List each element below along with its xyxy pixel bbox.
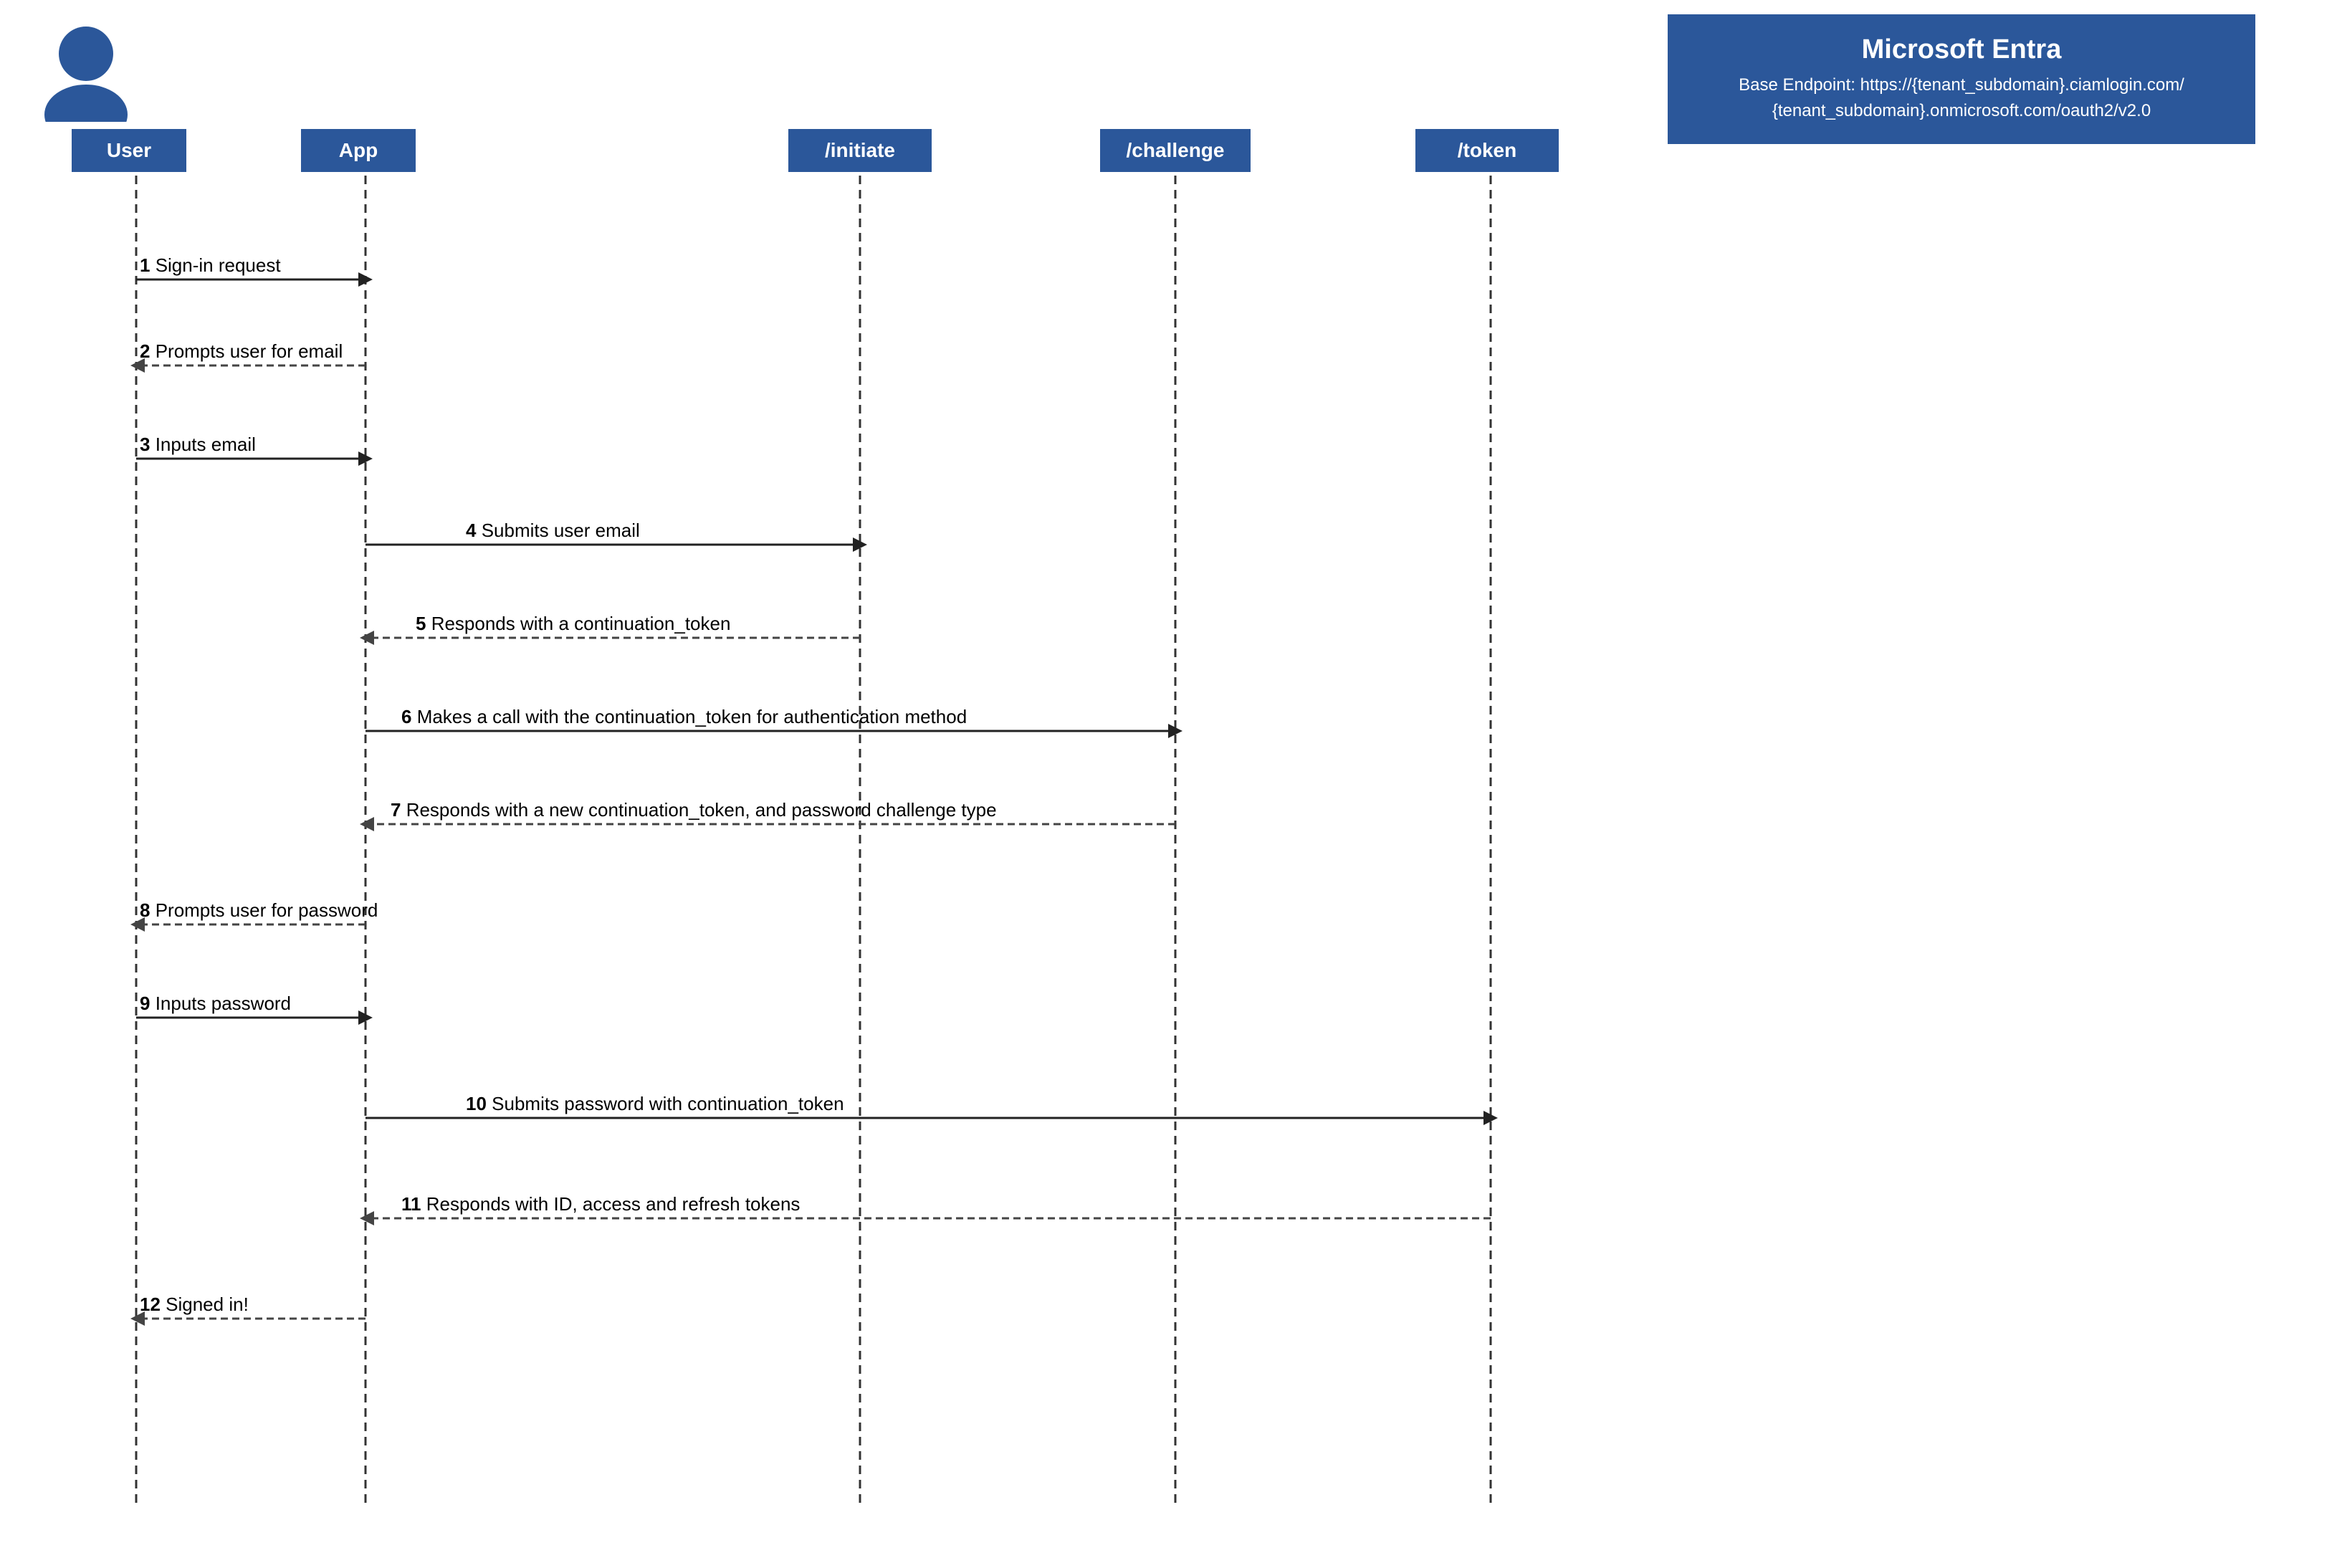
msg-11: 11 Responds with ID, access and refresh … xyxy=(401,1193,800,1215)
msg-12: 12 Signed in! xyxy=(140,1294,249,1316)
msg-2: 2 Prompts user for email xyxy=(140,340,343,363)
msg-8: 8 Prompts user for password xyxy=(140,899,378,922)
msg-7: 7 Responds with a new continuation_token… xyxy=(391,799,997,821)
lifeline-initiate: /initiate xyxy=(788,129,932,172)
diagram-container: Microsoft Entra Base Endpoint: https://{… xyxy=(0,0,2327,1568)
msg-3: 3 Inputs email xyxy=(140,434,256,456)
msg-6: 6 Makes a call with the continuation_tok… xyxy=(401,706,967,728)
lifeline-challenge: /challenge xyxy=(1100,129,1251,172)
msg-1: 1 Sign-in request xyxy=(140,254,281,277)
msg-10: 10 Submits password with continuation_to… xyxy=(466,1093,844,1115)
lifeline-user: User xyxy=(72,129,186,172)
lifeline-token: /token xyxy=(1415,129,1559,172)
msg-9: 9 Inputs password xyxy=(140,993,291,1015)
msg-5: 5 Responds with a continuation_token xyxy=(416,613,730,635)
msg-4: 4 Submits user email xyxy=(466,520,640,542)
diagram-svg xyxy=(0,0,2327,1568)
lifeline-app: App xyxy=(301,129,416,172)
